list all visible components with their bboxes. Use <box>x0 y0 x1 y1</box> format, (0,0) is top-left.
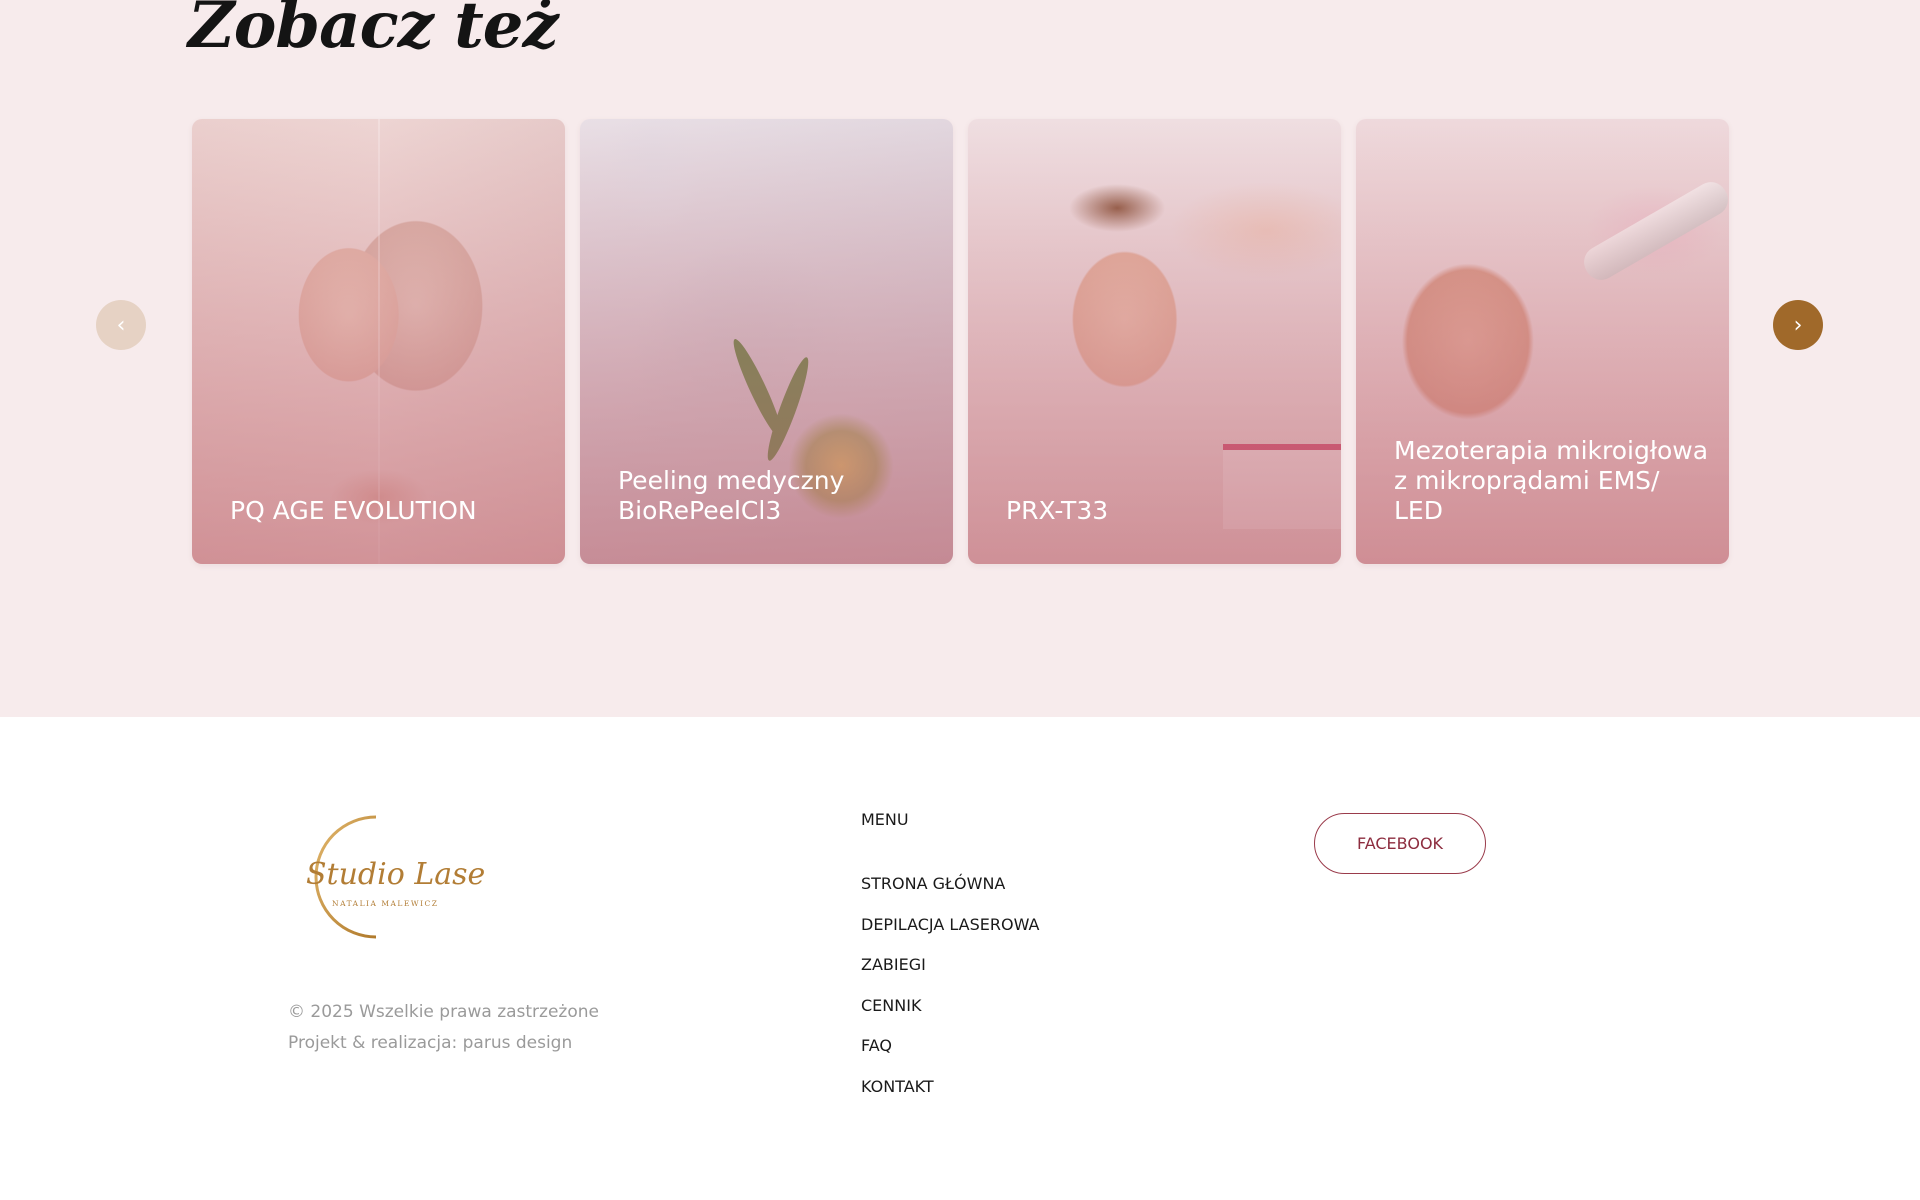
footer-link-strona-glowna[interactable]: STRONA GŁÓWNA <box>861 864 1039 905</box>
treatment-card-prx-t33[interactable]: PRX-T33 <box>968 119 1341 564</box>
footer-menu: MENU STRONA GŁÓWNA DEPILACJA LASEROWA ZA… <box>861 810 1039 1107</box>
svg-text:Studio Laser: Studio Laser <box>306 857 486 892</box>
card-title: Peeling medyczny BioRePeelCl3 <box>618 466 845 525</box>
carousel-prev-button[interactable]: ‹ <box>96 300 146 350</box>
credits-link[interactable]: Projekt & realizacja: parus design <box>288 1028 599 1059</box>
copyright-text: © 2025 Wszelkie prawa zastrzeżone <box>288 1002 599 1022</box>
footer-link-kontakt[interactable]: KONTAKT <box>861 1067 1039 1108</box>
footer-link-cennik[interactable]: CENNIK <box>861 986 1039 1027</box>
card-title: Mezoterapia mikroigłowa z mikroprądami E… <box>1394 436 1709 525</box>
chevron-left-icon: ‹ <box>116 312 126 338</box>
section-title: Zobacz też <box>188 0 559 63</box>
footer-link-depilacja[interactable]: DEPILACJA LASEROWA <box>861 905 1039 946</box>
see-also-section: Zobacz też ‹ PQ AGE EVOLUTION Peeling me… <box>0 0 1920 717</box>
card-title: PQ AGE EVOLUTION <box>230 496 477 525</box>
copyright: © 2025 Wszelkie prawa zastrzeżone Projek… <box>288 997 599 1059</box>
site-footer: Studio Laser NATALIA MALEWICZ © 2025 Wsz… <box>0 717 1920 1200</box>
menu-heading: MENU <box>861 810 909 829</box>
treatment-card-pq-age-evolution[interactable]: PQ AGE EVOLUTION <box>192 119 565 564</box>
studio-laser-logo[interactable]: Studio Laser NATALIA MALEWICZ <box>286 812 501 942</box>
logo-mark: Studio Laser NATALIA MALEWICZ <box>306 815 501 939</box>
treatment-card-peeling-biorepeel[interactable]: Peeling medyczny BioRePeelCl3 <box>580 119 953 564</box>
footer-link-faq[interactable]: FAQ <box>861 1026 1039 1067</box>
treatment-card-mezoterapia[interactable]: Mezoterapia mikroigłowa z mikroprądami E… <box>1356 119 1729 564</box>
chevron-right-icon: › <box>1793 312 1803 338</box>
facebook-button[interactable]: FACEBOOK <box>1314 813 1486 874</box>
footer-link-zabiegi[interactable]: ZABIEGI <box>861 945 1039 986</box>
card-title: PRX-T33 <box>1006 496 1109 525</box>
svg-text:NATALIA MALEWICZ: NATALIA MALEWICZ <box>332 899 439 908</box>
carousel-next-button[interactable]: › <box>1773 300 1823 350</box>
